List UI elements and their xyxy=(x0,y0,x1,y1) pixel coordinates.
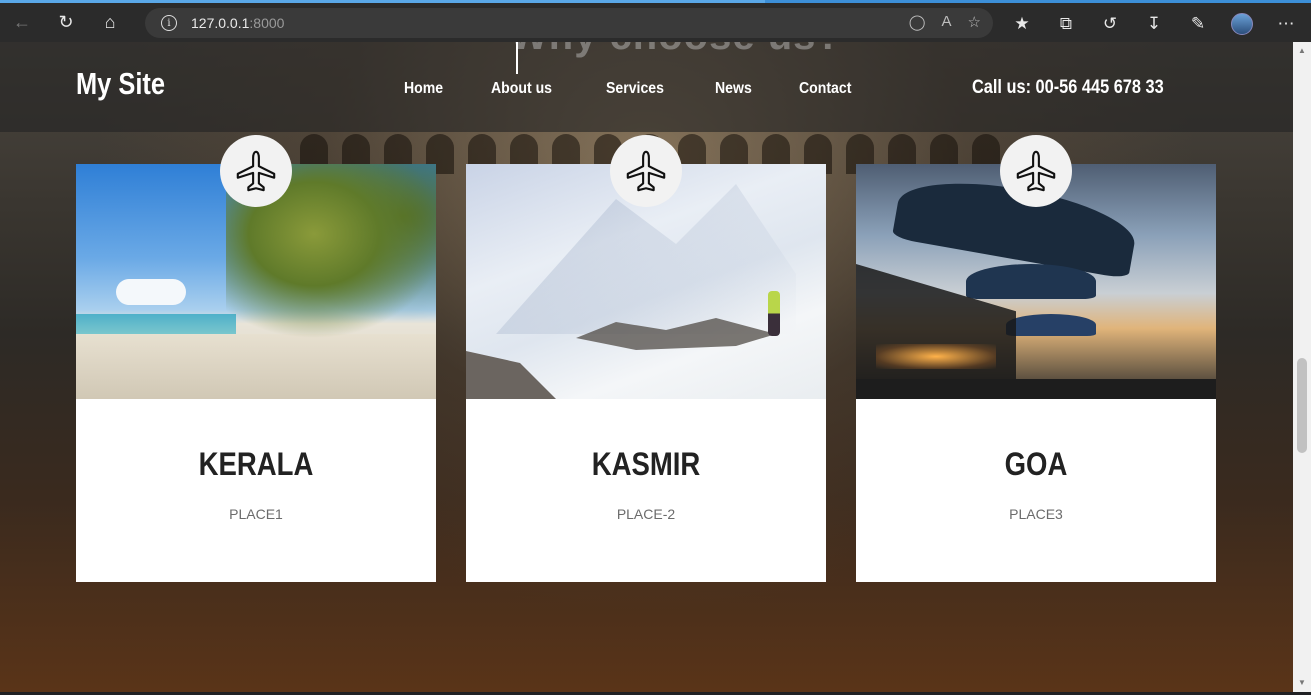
call-us-text: Call us: 00-56 445 678 33 xyxy=(972,77,1164,98)
nav-news[interactable]: News xyxy=(715,80,752,98)
url-port: :8000 xyxy=(249,15,285,31)
favorites-icon[interactable]: ★ xyxy=(1000,14,1044,34)
card-subtitle: PLACE3 xyxy=(1009,506,1063,522)
card-kerala[interactable]: KERALA PLACE1 xyxy=(76,135,436,582)
reload-icon[interactable]: ↻ xyxy=(44,3,88,43)
airplane-icon xyxy=(220,135,292,207)
page-load-progress xyxy=(0,0,765,3)
more-icon[interactable]: ⋯ xyxy=(1264,14,1308,34)
airplane-icon xyxy=(1000,135,1072,207)
card-subtitle: PLACE1 xyxy=(229,506,283,522)
browser-toolbar: ← ↻ ⌂ i 127.0.0.1:8000 ◯ A ☆ ★ ⧉ ↺ ↧ ✎ ⋯ xyxy=(0,0,1311,42)
section-heading: Why choose us? xyxy=(510,42,842,59)
card-subtitle: PLACE-2 xyxy=(616,506,676,522)
page-viewport: Why choose us? My Site Home About us Ser… xyxy=(0,42,1293,692)
card-title: KERALA xyxy=(198,446,314,482)
card-kasmir[interactable]: KASMIR PLACE-2 xyxy=(466,135,826,582)
nav-about-us[interactable]: About us xyxy=(491,80,552,98)
heading-divider xyxy=(516,42,518,74)
card-goa[interactable]: GOA PLACE3 xyxy=(856,135,1216,582)
read-aloud-icon[interactable]: A xyxy=(942,13,952,31)
history-icon[interactable]: ↺ xyxy=(1088,14,1132,34)
back-icon[interactable]: ← xyxy=(0,3,44,43)
scroll-down-icon[interactable]: ▼ xyxy=(1298,678,1306,687)
nav-services[interactable]: Services xyxy=(606,80,664,98)
destination-cards: KERALA PLACE1 KASMIR PLACE-2 GOA PLACE3 xyxy=(76,135,1216,582)
airplane-icon xyxy=(610,135,682,207)
info-icon[interactable]: i xyxy=(161,15,177,31)
vertical-scrollbar[interactable]: ▲ ▼ xyxy=(1293,42,1311,692)
site-header: Why choose us? My Site Home About us Ser… xyxy=(0,42,1293,132)
nav-contact[interactable]: Contact xyxy=(799,80,851,98)
main-nav: Home About us Services News Contact xyxy=(404,80,859,98)
url-host: 127.0.0.1 xyxy=(191,15,250,31)
profile-avatar[interactable] xyxy=(1231,13,1253,35)
extensions-icon[interactable]: ✎ xyxy=(1176,14,1220,34)
scroll-up-icon[interactable]: ▲ xyxy=(1298,46,1306,55)
card-title: GOA xyxy=(1004,446,1068,482)
address-bar[interactable]: i 127.0.0.1:8000 ◯ A ☆ xyxy=(145,8,993,38)
downloads-icon[interactable]: ↧ xyxy=(1132,14,1176,34)
nav-home[interactable]: Home xyxy=(404,80,443,98)
scrollbar-thumb[interactable] xyxy=(1297,358,1307,453)
card-title: KASMIR xyxy=(591,446,701,482)
home-icon[interactable]: ⌂ xyxy=(88,3,132,43)
add-favorite-icon[interactable]: ☆ xyxy=(968,13,981,31)
collections-icon[interactable]: ⧉ xyxy=(1044,14,1088,34)
site-logo[interactable]: My Site xyxy=(76,66,165,102)
tag-icon[interactable]: ◯ xyxy=(909,13,926,31)
